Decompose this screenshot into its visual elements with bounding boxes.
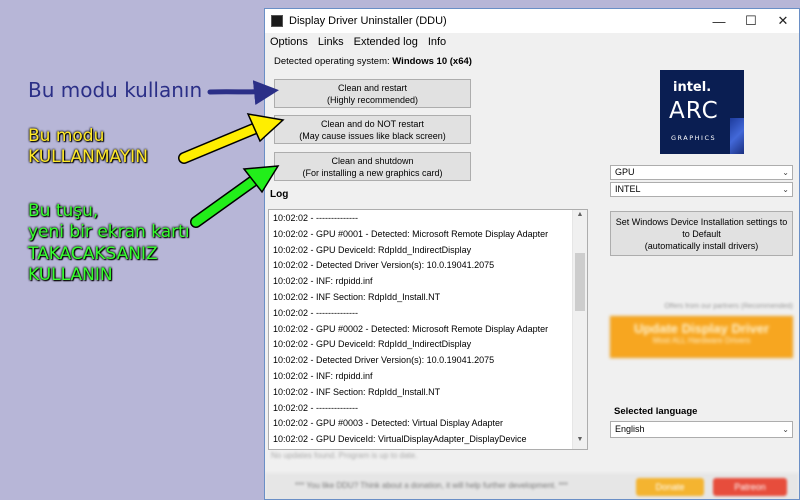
menu-info[interactable]: Info: [423, 36, 451, 48]
log-label: Log: [270, 189, 289, 200]
log-line: 10:02:02 - GPU #0003 - Detected: Virtual…: [273, 418, 503, 429]
annotation-line: yeni bir ekran kartı: [28, 222, 190, 243]
logo-tagline: GRAPHICS: [671, 134, 717, 142]
button-label: to Default: [682, 229, 721, 239]
window-title: Display Driver Uninstaller (DDU): [289, 15, 447, 27]
detected-os-value: Windows 10 (x64): [392, 56, 472, 67]
button-label: Clean and do NOT restart: [321, 119, 424, 129]
log-line: 10:02:02 - Detected Driver Version(s): 1…: [273, 260, 495, 271]
log-scrollbar[interactable]: ▲ ▼: [572, 210, 587, 449]
log-line: 10:02:02 - --------------: [273, 213, 358, 223]
button-sublabel: (For installing a new graphics card): [302, 168, 443, 178]
logo-stripe: [730, 118, 744, 154]
annotation-use-this-mode: Bu modu kullanın: [28, 78, 203, 102]
log-line: 10:02:02 - --------------: [273, 307, 358, 318]
annotation-line: KULLANMAYIN: [28, 147, 148, 168]
menu-links[interactable]: Links: [313, 36, 349, 48]
menu-extended-log[interactable]: Extended log: [349, 36, 423, 48]
title-bar[interactable]: Display Driver Uninstaller (DDU) — ☐ ✕: [265, 9, 799, 33]
close-button[interactable]: ✕: [767, 9, 799, 33]
menu-bar: Options Links Extended log Info: [265, 33, 799, 51]
clean-and-shutdown-button[interactable]: Clean and shutdown (For installing a new…: [274, 152, 471, 181]
status-text: No updates found. Program is up to date.: [271, 451, 418, 460]
detected-os-line: Detected operating system: Windows 10 (x…: [274, 56, 472, 67]
annotation-line: TAKACAKSANIZ: [28, 243, 158, 264]
button-sublabel: Most ALL Hardware Drivers: [652, 336, 751, 345]
maximize-button[interactable]: ☐: [735, 9, 767, 33]
menu-options[interactable]: Options: [265, 36, 313, 48]
ddu-window: Display Driver Uninstaller (DDU) — ☐ ✕ O…: [264, 8, 800, 500]
scroll-down-icon[interactable]: ▼: [573, 436, 587, 448]
sponsor-area: Offers from our partners (Recommended) U…: [610, 303, 793, 363]
app-icon: [271, 15, 283, 27]
footer-text: *** You like DDU? Think about a donation…: [295, 481, 568, 490]
device-type-select[interactable]: GPU ⌄: [610, 165, 793, 180]
annotation-line: KULLANIN: [28, 264, 113, 285]
scroll-up-icon[interactable]: ▲: [573, 211, 587, 223]
button-label: Clean and restart: [337, 83, 408, 93]
button-label: Set Windows Device Installation settings…: [615, 217, 788, 227]
donate-button[interactable]: Donate: [636, 478, 704, 496]
button-sublabel: (May cause issues like black screen): [299, 131, 446, 141]
log-line: 10:02:02 - INF: rdpidd.inf: [273, 370, 373, 381]
select-value: GPU: [615, 167, 635, 177]
sponsor-note: Offers from our partners (Recommended): [664, 303, 793, 310]
donation-footer: *** You like DDU? Think about a donation…: [265, 473, 799, 499]
set-windows-default-button[interactable]: Set Windows Device Installation settings…: [610, 211, 793, 256]
select-value: INTEL: [615, 184, 641, 194]
annotation-do-not-use-this-mode: Bu modu KULLANMAYIN: [28, 126, 148, 169]
intel-arc-logo: intel. ARC GRAPHICS: [660, 70, 744, 154]
log-line: 10:02:02 - GPU DeviceId: RdpIdd_Indirect…: [273, 339, 472, 350]
logo-product: ARC: [669, 98, 719, 124]
annotation-new-card-mode: Bu tuşu, yeni bir ekran kartı TAKACAKSAN…: [28, 201, 190, 286]
annotation-line: Bu modu: [28, 126, 105, 146]
language-select[interactable]: English ⌄: [610, 421, 793, 438]
chevron-down-icon: ⌄: [782, 185, 789, 194]
button-label: Update Display Driver: [633, 321, 770, 336]
clean-and-restart-button[interactable]: Clean and restart (Highly recommended): [274, 79, 471, 108]
log-line: 10:02:02 - INF Section: RdpIdd_Install.N…: [273, 291, 441, 302]
log-line: 10:02:02 - Detected Driver Version(s): 1…: [273, 355, 495, 366]
log-line: 10:02:02 - GPU #0001 - Detected: Microso…: [273, 228, 549, 239]
chevron-down-icon: ⌄: [782, 168, 789, 177]
vendor-select[interactable]: INTEL ⌄: [610, 182, 793, 197]
annotation-line: Bu tuşu,: [28, 201, 99, 221]
log-line: 10:02:02 - GPU DeviceId: VirtualDisplayA…: [273, 434, 527, 445]
log-line: 10:02:02 - GPU DeviceId: RdpIdd_Indirect…: [273, 244, 472, 255]
clean-no-restart-button[interactable]: Clean and do NOT restart (May cause issu…: [274, 115, 471, 144]
log-box[interactable]: 10:02:02 - -------------- 10:02:02 - GPU …: [268, 209, 588, 450]
button-label: Clean and shutdown: [331, 156, 414, 166]
log-lines: 10:02:02 - -------------- 10:02:02 - GPU …: [269, 210, 587, 448]
minimize-button[interactable]: —: [703, 9, 735, 33]
scroll-thumb[interactable]: [575, 253, 585, 311]
chevron-down-icon: ⌄: [782, 425, 789, 434]
update-display-driver-button[interactable]: Update Display Driver Most ALL Hardware …: [610, 316, 793, 358]
select-value: English: [615, 424, 645, 434]
button-sublabel: (automatically install drivers): [644, 241, 759, 251]
log-line: 10:02:02 - INF Section: RdpIdd_Install.N…: [273, 386, 441, 397]
detected-os-label: Detected operating system:: [274, 56, 390, 67]
blue-arrow: [207, 80, 279, 106]
log-line: 10:02:02 - GPU #0002 - Detected: Microso…: [273, 323, 549, 334]
button-sublabel: (Highly recommended): [326, 95, 419, 105]
log-line: 10:02:02 - --------------: [273, 402, 358, 413]
patreon-button[interactable]: Patreon: [713, 478, 787, 496]
language-label: Selected language: [614, 406, 698, 417]
logo-brand: intel.: [673, 80, 712, 95]
log-line: 10:02:02 - INF: rdpidd.inf: [273, 276, 373, 287]
